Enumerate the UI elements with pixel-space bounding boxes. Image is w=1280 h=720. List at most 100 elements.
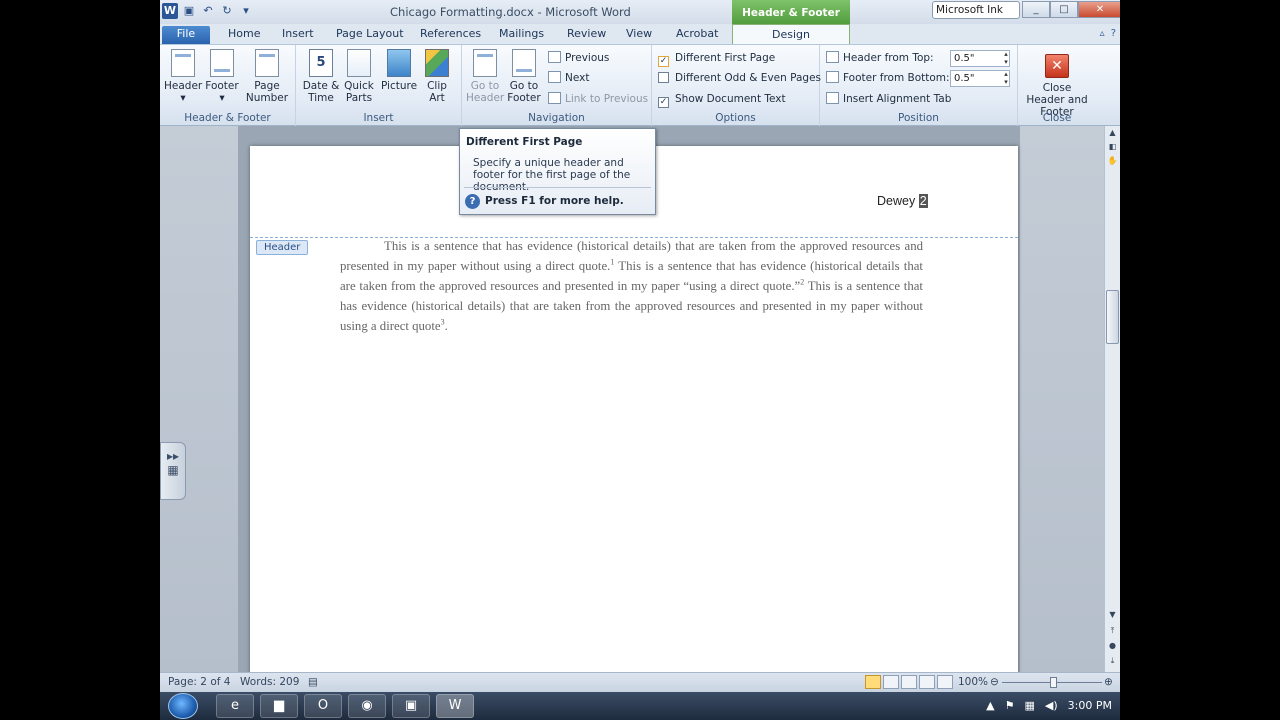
- file-explorer-icon[interactable]: ▆: [260, 694, 298, 718]
- outline-view-icon[interactable]: [919, 675, 935, 689]
- start-button[interactable]: [168, 693, 198, 719]
- different-first-page-checkbox[interactable]: ✓ Different First Page: [658, 49, 775, 67]
- different-odd-even-label: Different Odd & Even Pages: [675, 72, 822, 84]
- internet-explorer-icon[interactable]: e: [216, 694, 254, 718]
- zoom-in-icon[interactable]: ⊕: [1104, 676, 1113, 688]
- checkbox-unchecked-icon: [658, 72, 669, 83]
- previous-page-icon[interactable]: ⤒: [1105, 624, 1120, 638]
- quick-parts-button[interactable]: Quick Parts: [340, 49, 378, 104]
- undo-icon[interactable]: ↶: [200, 3, 216, 19]
- browse-object-icon[interactable]: ●: [1105, 639, 1120, 653]
- body-paragraph[interactable]: This is a sentence that has evidence (hi…: [340, 236, 923, 336]
- tray-up-arrow-icon[interactable]: ▲: [986, 699, 994, 712]
- group-header-footer: Header ▾ Footer ▾ Page Number Header & Foo…: [160, 45, 296, 126]
- header-footer-tools-context: Header & Footer Tools: [732, 0, 850, 45]
- next-button[interactable]: Next: [548, 69, 589, 87]
- ribbon-collapse-icon[interactable]: ▵: [1100, 28, 1105, 39]
- close-header-footer-button[interactable]: ✕ Close Header and Footer: [1022, 54, 1092, 118]
- calendar-icon: 5: [309, 49, 333, 77]
- status-bar: Page: 2 of 4 Words: 209 ▤ 100% ⊖ ⊕: [160, 672, 1120, 692]
- tab-mailings[interactable]: Mailings: [499, 26, 544, 44]
- clip-art-button[interactable]: Clip Art: [418, 49, 456, 104]
- zoom-level[interactable]: 100%: [958, 676, 988, 688]
- view-buttons: [865, 675, 953, 689]
- document-page[interactable]: Dewey 2 Header This is a sentence that h…: [250, 146, 1018, 676]
- app-window-icon[interactable]: ▣: [392, 694, 430, 718]
- tab-home[interactable]: Home: [228, 26, 260, 44]
- page-number-button[interactable]: Page Number: [244, 49, 290, 104]
- group-label-position: Position: [898, 112, 939, 124]
- footer-position-icon: [826, 71, 839, 83]
- page-count-status[interactable]: Page: 2 of 4: [168, 676, 230, 688]
- ruler-toggle-icon[interactable]: ◧: [1105, 140, 1120, 154]
- clock[interactable]: 3:00 PM: [1068, 699, 1112, 712]
- action-center-flag-icon[interactable]: ⚑: [1005, 699, 1015, 712]
- pan-icon[interactable]: ✋: [1105, 154, 1120, 168]
- link-to-previous-label: Link to Previous: [565, 93, 649, 105]
- tab-page-layout[interactable]: Page Layout: [336, 26, 404, 44]
- picture-button[interactable]: Picture: [380, 49, 418, 92]
- tab-acrobat[interactable]: Acrobat: [676, 26, 718, 44]
- link-to-previous-button[interactable]: Link to Previous: [548, 90, 648, 108]
- customize-qat-icon[interactable]: ▾: [238, 3, 254, 19]
- web-layout-view-icon[interactable]: [901, 675, 917, 689]
- group-navigation: Go to Header Go to Footer Previous Next …: [462, 45, 652, 126]
- close-icon: ✕: [1045, 54, 1069, 78]
- volume-icon[interactable]: ◀): [1045, 699, 1058, 712]
- group-close: ✕ Close Header and Footer Close: [1018, 45, 1096, 126]
- chrome-icon[interactable]: ◉: [348, 694, 386, 718]
- word-count-status[interactable]: Words: 209: [240, 676, 299, 688]
- word-logo-icon[interactable]: W: [162, 3, 178, 19]
- draft-view-icon[interactable]: [937, 675, 953, 689]
- date-time-button[interactable]: 5 Date & Time: [302, 49, 340, 104]
- show-document-text-checkbox[interactable]: ✓ Show Document Text: [658, 90, 786, 108]
- outlook-icon[interactable]: O: [304, 694, 342, 718]
- group-label-close: Close: [1042, 112, 1072, 124]
- help-icon[interactable]: ?: [1111, 28, 1116, 39]
- previous-button[interactable]: Previous: [548, 49, 609, 67]
- header-from-top-input[interactable]: 0.5": [950, 50, 1010, 67]
- network-icon[interactable]: ▦: [1025, 699, 1035, 712]
- minimize-button[interactable]: _: [1022, 1, 1050, 18]
- group-insert: 5 Date & Time Quick Parts Picture Clip A…: [296, 45, 462, 126]
- scroll-up-arrow-icon[interactable]: ▲: [1105, 126, 1120, 140]
- different-odd-even-checkbox[interactable]: Different Odd & Even Pages: [658, 69, 821, 87]
- header-button[interactable]: Header ▾: [164, 49, 202, 104]
- redo-icon[interactable]: ↻: [219, 3, 235, 19]
- zoom-out-icon[interactable]: ⊖: [990, 676, 999, 688]
- footer-button[interactable]: Footer ▾: [203, 49, 241, 104]
- tab-references[interactable]: References: [420, 26, 481, 44]
- tab-view[interactable]: View: [626, 26, 652, 44]
- print-layout-view-icon[interactable]: [865, 675, 881, 689]
- footer-icon: [210, 49, 234, 77]
- header-author-name: Dewey: [877, 194, 916, 208]
- tab-file[interactable]: File: [162, 26, 210, 44]
- scrollbar-thumb[interactable]: [1106, 290, 1119, 344]
- windows-taskbar: e ▆ O ◉ ▣ W ▲ ⚑ ▦ ◀) 3:00 PM: [160, 692, 1120, 720]
- vertical-scrollbar[interactable]: ▲ ◧ ✋ ▼ ⤒ ● ⤓: [1104, 126, 1120, 672]
- tab-design[interactable]: Design: [732, 24, 850, 45]
- header-text[interactable]: Dewey 2: [877, 194, 928, 208]
- maximize-button[interactable]: □: [1050, 1, 1078, 18]
- full-screen-reading-view-icon[interactable]: [883, 675, 899, 689]
- close-window-button[interactable]: ✕: [1078, 1, 1120, 18]
- scroll-down-arrow-icon[interactable]: ▼: [1105, 608, 1120, 622]
- zoom-slider-knob[interactable]: [1050, 677, 1057, 688]
- header-tag: Header: [256, 240, 309, 255]
- footer-from-bottom-input[interactable]: 0.5": [950, 70, 1010, 87]
- next-page-icon[interactable]: ⤓: [1105, 654, 1120, 668]
- side-navigation-tab[interactable]: ▸▸ ▦: [160, 442, 186, 500]
- tab-review[interactable]: Review: [567, 26, 606, 44]
- insert-alignment-tab-button[interactable]: Insert Alignment Tab: [826, 90, 951, 108]
- page-number-label: Page Number: [245, 80, 289, 104]
- tooltip-help: ? Press F1 for more help.: [465, 194, 624, 209]
- word-taskbar-icon[interactable]: W: [436, 694, 474, 718]
- go-to-header-button[interactable]: Go to Header: [466, 49, 504, 104]
- save-icon[interactable]: ▣: [181, 3, 197, 19]
- tab-insert[interactable]: Insert: [282, 26, 314, 44]
- microsoft-ink-toolbar[interactable]: Microsoft Ink: [932, 1, 1020, 19]
- go-to-footer-button[interactable]: Go to Footer: [505, 49, 543, 104]
- word-window: W ▣ ↶ ↻ ▾ Chicago Formatting.docx - Micr…: [160, 0, 1120, 692]
- right-letterbox: [1120, 0, 1280, 720]
- proofing-icon[interactable]: ▤: [308, 676, 318, 688]
